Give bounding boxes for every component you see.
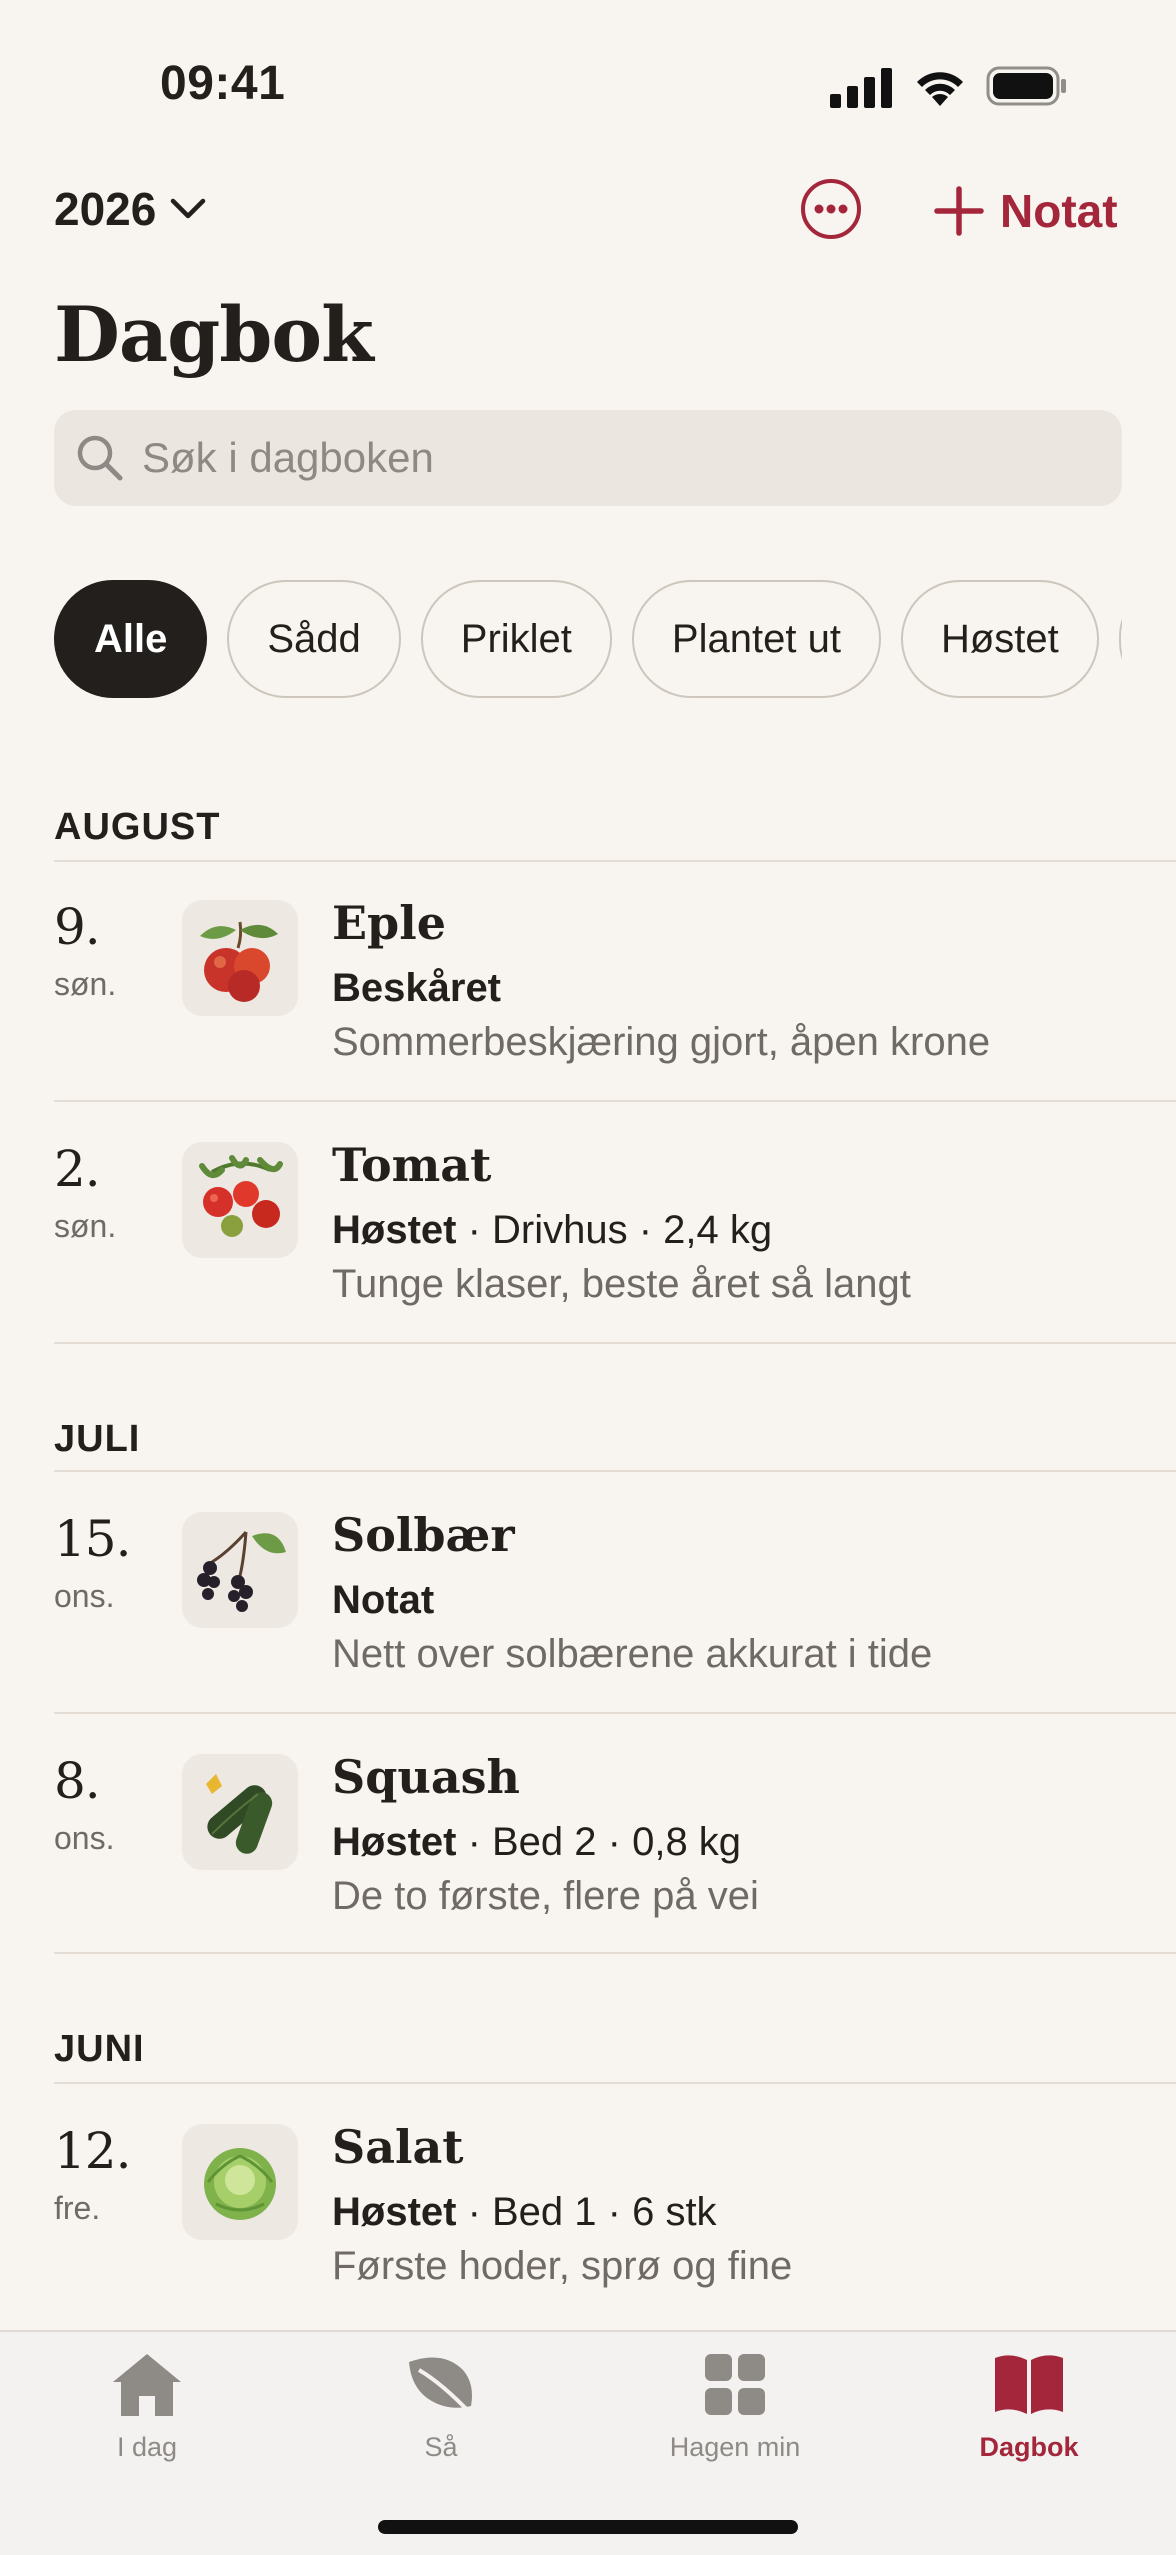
year-label: 2026 [54, 183, 157, 235]
divider [54, 2082, 1176, 2084]
status-bar: 09:41 [0, 0, 1176, 140]
top-bar: 2026 Notat [0, 170, 1176, 250]
tomato-icon [182, 1142, 298, 1258]
leaf-icon [409, 2357, 475, 2418]
divider [54, 1100, 1176, 1102]
plus-icon [934, 186, 984, 236]
entry-note: De to første, flere på vei [332, 1874, 759, 1918]
home-icon [113, 2354, 181, 2416]
entry-details: · Drivhus · 2,4 kg [456, 1208, 773, 1252]
entry-weekday: søn. [54, 1208, 117, 1244]
chevron-down-icon [171, 198, 206, 219]
divider [54, 1342, 1176, 1344]
entry-day: 15. [54, 1510, 132, 1568]
filter-chip-priklet[interactable]: Priklet [420, 580, 612, 698]
tab-label: Dagbok [979, 2432, 1079, 2462]
entry-details: · Bed 1 · 6 stk [456, 2190, 717, 2234]
entry-day: 2. [54, 1140, 101, 1198]
tab-label: Så [424, 2432, 458, 2462]
journal-entry[interactable]: 15. ons. Solbær Notat Nett over solbæren… [0, 1474, 1176, 1714]
entry-note: Tunge klaser, beste året så langt [332, 1262, 911, 1306]
tab-label: I dag [116, 2432, 178, 2462]
filter-chip-plantet-ut[interactable]: Plantet ut [631, 580, 881, 698]
more-options-icon[interactable] [800, 178, 862, 240]
journal-entry[interactable]: 2. søn. Tomat Høstet · Drivhus · 2,4 kg … [0, 1104, 1176, 1344]
wifi-icon [917, 72, 963, 106]
entry-plant: Eple [332, 896, 446, 950]
apple-icon [182, 900, 298, 1016]
entry-action: Høstet [332, 2190, 457, 2234]
battery-icon [986, 66, 1066, 106]
month-header-juni: JUNI [54, 2028, 145, 2070]
status-time: 09:41 [160, 57, 286, 110]
tab-dagbok[interactable]: Dagbok [882, 2350, 1176, 2500]
signal-icon [830, 68, 892, 108]
entry-plant: Squash [332, 1750, 520, 1804]
entry-note: Første hoder, sprø og fine [332, 2244, 793, 2288]
home-indicator [378, 2520, 798, 2534]
search-placeholder: Søk i dagboken [142, 434, 434, 481]
lettuce-icon [182, 2124, 298, 2240]
filter-chip-sadd[interactable]: Sådd [227, 580, 401, 698]
tab-label: Hagen min [669, 2432, 801, 2462]
entry-note: Sommerbeskjæring gjort, åpen krone [332, 1020, 991, 1064]
month-header-juli: JULI [54, 1418, 141, 1460]
blackcurrant-icon [182, 1512, 298, 1628]
entry-weekday: ons. [54, 1578, 115, 1614]
grid-icon [705, 2354, 765, 2415]
tab-hagen-min[interactable]: Hagen min [588, 2350, 882, 2500]
entry-meta: Beskåret [332, 966, 501, 1011]
entry-weekday: søn. [54, 966, 117, 1002]
year-selector[interactable]: 2026 [54, 182, 206, 236]
entry-plant: Tomat [332, 1138, 492, 1192]
entry-meta: Høstet · Drivhus · 2,4 kg [332, 1208, 772, 1253]
journal-entry[interactable]: 12. fre. Salat Høstet · Bed 1 · 6 stk Fø… [0, 2086, 1176, 2326]
zucchini-icon [182, 1754, 298, 1870]
page-title: Dagbok [54, 290, 374, 379]
entry-day: 12. [54, 2122, 132, 2180]
filter-chips: Alle Sådd Priklet Plantet ut Høstet [54, 580, 1122, 698]
journal-entry[interactable]: 8. ons. Squash Høstet · Bed 2 · 0,8 kg D… [0, 1716, 1176, 1956]
entry-action: Høstet [332, 1208, 457, 1252]
divider [54, 1952, 1176, 1954]
entry-details: · Bed 2 · 0,8 kg [456, 1820, 742, 1864]
divider [54, 1712, 1176, 1714]
search-icon [77, 435, 123, 481]
entry-day: 8. [54, 1752, 101, 1810]
entry-meta: Høstet · Bed 1 · 6 stk [332, 2190, 717, 2235]
filter-chip-more[interactable] [1118, 580, 1122, 698]
entry-action: Notat [332, 1578, 435, 1622]
entry-meta: Høstet · Bed 2 · 0,8 kg [332, 1820, 741, 1865]
entry-plant: Solbær [332, 1508, 515, 1562]
tab-sa[interactable]: Så [294, 2350, 588, 2500]
entry-meta: Notat [332, 1578, 434, 1623]
entry-action: Høstet [332, 1820, 457, 1864]
divider [54, 1470, 1176, 1472]
add-note-label: Notat [1000, 185, 1118, 237]
journal-entry[interactable]: 9. søn. Eple Beskåret Sommerbeskjæring g… [0, 862, 1176, 1102]
entry-action: Beskåret [332, 966, 502, 1010]
search-field[interactable]: Søk i dagboken [54, 410, 1122, 506]
filter-chip-hostet[interactable]: Høstet [900, 580, 1099, 698]
entry-weekday: fre. [54, 2190, 101, 2226]
book-icon [995, 2355, 1063, 2414]
filter-chip-alle[interactable]: Alle [54, 580, 208, 698]
entry-weekday: ons. [54, 1820, 115, 1856]
entry-day: 9. [54, 898, 101, 956]
tab-i-dag[interactable]: I dag [0, 2350, 294, 2500]
entry-note: Nett over solbærene akkurat i tide [332, 1632, 933, 1676]
entry-plant: Salat [332, 2120, 464, 2174]
month-header-august: AUGUST [54, 806, 221, 848]
add-note-button[interactable]: Notat [934, 184, 1118, 238]
